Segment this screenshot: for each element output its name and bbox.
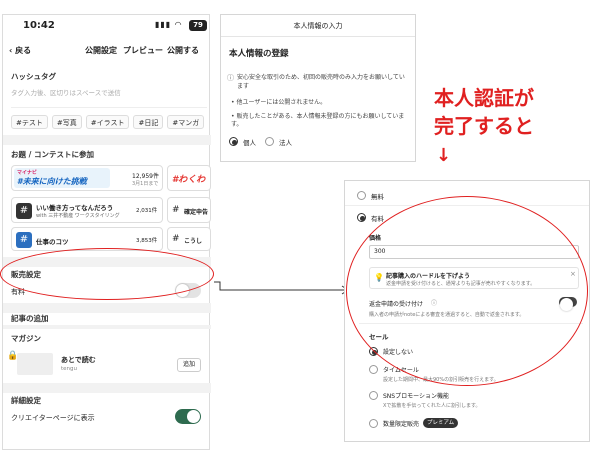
magazine-title: マガジン xyxy=(11,334,41,343)
limited-label: 数量限定販売 xyxy=(383,421,420,428)
preview-button[interactable]: プレビュー xyxy=(123,45,163,56)
highlight-ring xyxy=(0,248,214,300)
banner2-text: #わくわ xyxy=(172,175,206,185)
identity-title: 本人情報の登録 xyxy=(229,49,289,59)
contest-side-label: 確定申告 xyxy=(184,209,209,216)
creator-page-toggle[interactable] xyxy=(175,409,201,424)
identity-bullet: • 他ユーザーには公開されません。 xyxy=(231,99,327,106)
tag-chip[interactable]: #写真 xyxy=(51,115,82,129)
magazine-thumbnail xyxy=(17,353,53,375)
hashtag-icon: # xyxy=(16,203,32,219)
info-icon: ⓘ xyxy=(227,74,234,82)
detail-title: 詳細設定 xyxy=(11,396,41,405)
contest-item-count: 2,031件 xyxy=(136,208,158,214)
hashtag-icon: # xyxy=(172,205,180,215)
banner-count: 12,959件 xyxy=(132,173,159,180)
tag-chip[interactable]: #テスト xyxy=(11,115,48,129)
sns-promo-desc: Xで拡散を手伝ってくれた人に割引します。 xyxy=(383,403,481,409)
hashtag-input[interactable]: タグ入力後、区切りはスペースで送信 xyxy=(11,87,121,97)
magazine-owner: tengu xyxy=(61,366,78,372)
annotation-arrow: ↓ xyxy=(436,145,452,166)
identity-bullet: • 販売したことがある、本人情報未登録の方にもお願いしています。 xyxy=(231,113,405,128)
radio-paid-label: 有料 xyxy=(371,215,384,223)
radio-free-label: 無料 xyxy=(371,193,384,201)
status-time: 10:42 xyxy=(23,20,55,31)
identity-header: 本人情報の入力 xyxy=(221,15,415,37)
section-divider xyxy=(3,325,211,329)
hashtag-icon: # xyxy=(16,232,32,248)
radio-paid[interactable] xyxy=(357,213,366,222)
identity-panel: 本人情報の入力 本人情報の登録 ⓘ 安心安全な取引のため、初回の販売時のみ入力を… xyxy=(220,14,416,162)
identity-note: 安心安全な取引のため、初回の販売時のみ入力をお願いしています xyxy=(237,74,405,90)
contest-side-item[interactable]: # 確定申告 xyxy=(167,197,211,223)
hashtag-icon: # xyxy=(172,234,180,244)
contest-side-item[interactable]: # こうし xyxy=(167,227,211,251)
section-divider xyxy=(3,383,211,393)
hashtag-title: ハッシュタグ xyxy=(11,72,56,81)
back-button[interactable]: ‹ 戻る xyxy=(9,45,31,56)
contest-item-sub: with 三井不動産 ワークスタイリング xyxy=(36,213,120,219)
nav-title: 公開設定 xyxy=(85,46,117,55)
contest-side-label: こうし xyxy=(184,238,203,245)
radio-sns-promo[interactable] xyxy=(369,391,378,400)
contest-item[interactable]: # 仕事のコツ 3,853件 xyxy=(11,227,163,251)
divider xyxy=(11,107,207,108)
magazine-add-button[interactable]: 追加 xyxy=(177,358,201,372)
back-label: 戻る xyxy=(15,46,32,55)
banner-date: 3月1日まで xyxy=(132,181,159,187)
signal-wifi-icon: ▮▮▮ ◠ xyxy=(155,20,183,29)
premium-badge: プレミアム xyxy=(423,418,459,428)
tag-chip[interactable]: #日記 xyxy=(133,115,164,129)
banner-image: マイナビ #未来に向けた挑戦 xyxy=(14,168,110,188)
banner-text: #未来に向けた挑戦 xyxy=(17,177,87,186)
radio-personal[interactable] xyxy=(229,137,238,146)
phone-screen: 10:42 ▮▮▮ ◠ 79 ‹ 戻る 公開設定 プレビュー 公開する ハッシュ… xyxy=(2,14,211,450)
status-bar: 10:42 ▮▮▮ ◠ 79 xyxy=(3,15,211,37)
tag-chip[interactable]: #マンガ xyxy=(167,115,205,129)
section-divider xyxy=(3,135,211,145)
contest-banner[interactable]: マイナビ #未来に向けた挑戦 12,959件 3月1日まで xyxy=(11,165,163,191)
radio-limited[interactable] xyxy=(369,419,378,428)
publish-button[interactable]: 公開する xyxy=(167,45,199,56)
radio-time-sale[interactable] xyxy=(369,365,378,374)
radio-personal-label: 個人 xyxy=(243,139,256,147)
tag-list: #テスト #写真 #イラスト #日記 #マンガ xyxy=(11,115,205,129)
contest-banner-2[interactable]: #わくわ xyxy=(167,165,211,191)
magazine-name: あとで読む xyxy=(61,356,96,364)
creator-page-label: クリエイターページに表示 xyxy=(11,414,95,422)
identity-bullet-text: 販売したことがある、本人情報未登録の方にもお願いしています。 xyxy=(231,113,405,128)
sns-promo-label: SNSプロモーション機能 xyxy=(383,393,449,400)
highlight-ring xyxy=(346,196,588,386)
radio-corp-label: 法人 xyxy=(279,139,292,147)
identity-bullet-text: 他ユーザーには公開されません。 xyxy=(236,99,327,106)
section-divider xyxy=(3,303,211,313)
radio-corp[interactable] xyxy=(265,137,274,146)
radio-free[interactable] xyxy=(357,191,366,200)
article-title: 記事の追加 xyxy=(11,314,49,323)
contest-item-title: 仕事のコツ xyxy=(36,238,69,246)
tag-chip[interactable]: #イラスト xyxy=(85,115,130,129)
banner-logo: マイナビ xyxy=(17,170,37,176)
nav-bar: ‹ 戻る 公開設定 プレビュー 公開する xyxy=(3,37,211,65)
contest-item[interactable]: # いい働き方ってなんだろう with 三井不動産 ワークスタイリング 2,03… xyxy=(11,197,163,223)
battery-icon: 79 xyxy=(189,20,207,31)
contest-title: お題 / コンテストに参加 xyxy=(11,150,94,159)
connector-arrow xyxy=(214,281,349,295)
annotation-line2: 完了すると xyxy=(434,114,534,138)
contest-item-title: いい働き方ってなんだろう xyxy=(36,204,114,212)
contest-item-count: 3,853件 xyxy=(136,238,158,244)
annotation-line1: 本人認証が xyxy=(434,86,534,110)
